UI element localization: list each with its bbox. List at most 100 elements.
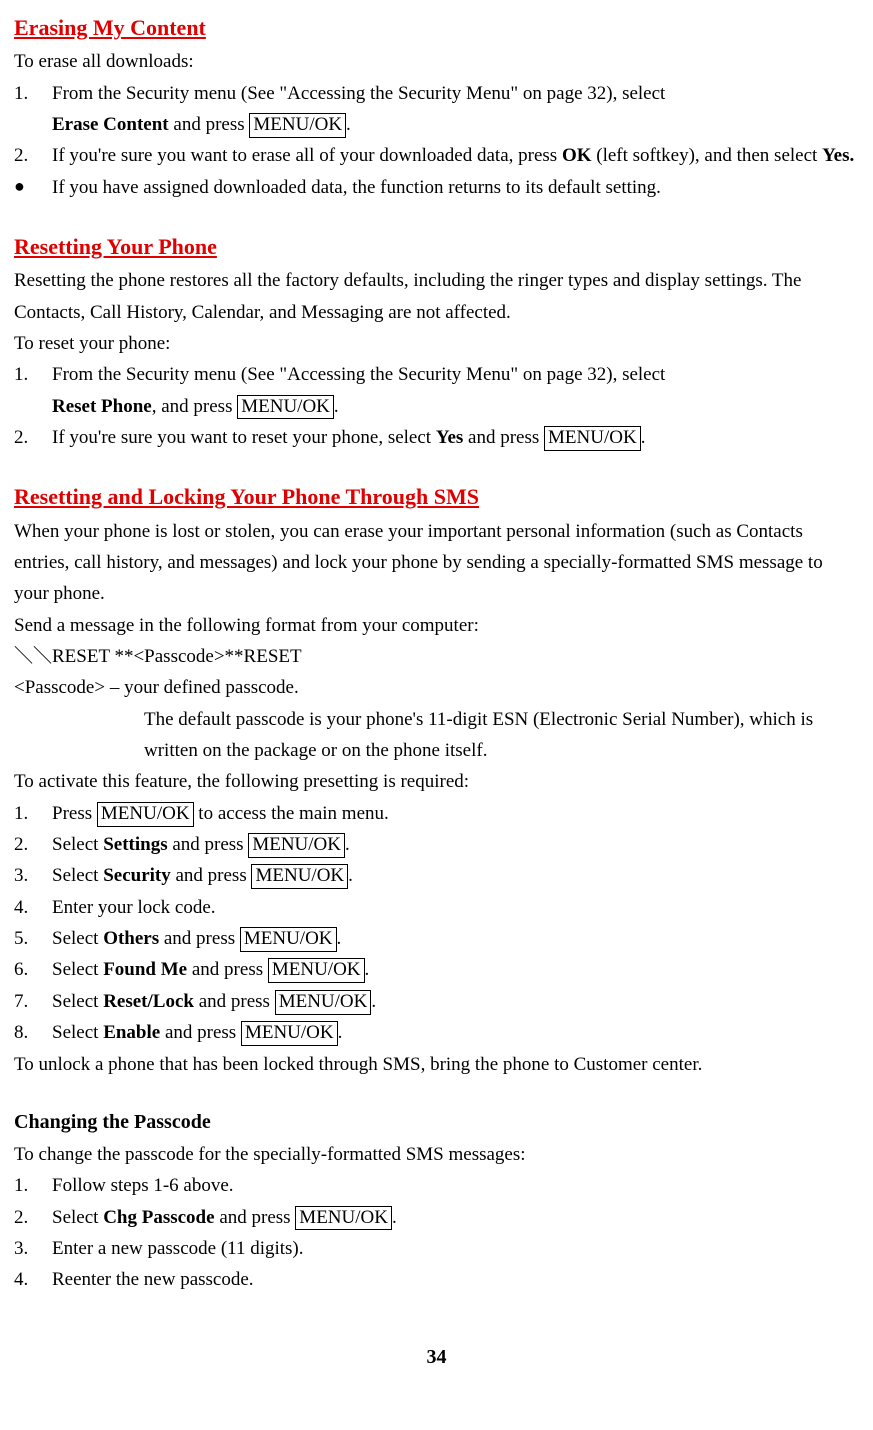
- list-item: 1. Press MENU/OK to access the main menu…: [14, 798, 859, 829]
- list-item: 2. If you're sure you want to reset your…: [14, 422, 859, 453]
- list-number: 6.: [14, 954, 52, 985]
- text: .: [346, 114, 351, 135]
- list-body: From the Security menu (See "Accessing t…: [52, 78, 859, 141]
- list-item: 2. If you're sure you want to erase all …: [14, 140, 859, 171]
- paragraph: To unlock a phone that has been locked t…: [14, 1049, 859, 1080]
- list-number: 2.: [14, 1202, 52, 1233]
- list-number: 2.: [14, 422, 52, 453]
- boxed-key: MENU/OK: [251, 864, 348, 889]
- passcode-note: The default passcode is your phone's 11-…: [14, 704, 859, 767]
- list-number: 1.: [14, 78, 52, 141]
- text: Press: [52, 803, 97, 824]
- intro-text: To change the passcode for the specially…: [14, 1139, 859, 1170]
- text: Select: [52, 1022, 103, 1043]
- boxed-key: MENU/OK: [240, 927, 337, 952]
- list-number: 2.: [14, 140, 52, 171]
- text: (left softkey), and then select: [592, 145, 823, 166]
- intro-text: To activate this feature, the following …: [14, 766, 859, 797]
- text: .: [365, 959, 370, 980]
- list-number: 7.: [14, 986, 52, 1017]
- list-body: Press MENU/OK to access the main menu.: [52, 798, 859, 829]
- intro-text: To reset your phone:: [14, 328, 859, 359]
- text: If you're sure you want to reset your ph…: [52, 427, 436, 448]
- heading-resetting-your-phone: Resetting Your Phone: [14, 229, 859, 265]
- list-number: 4.: [14, 892, 52, 923]
- list-item: 1. Follow steps 1-6 above.: [14, 1170, 859, 1201]
- text: and press: [160, 1022, 241, 1043]
- text: and press: [187, 959, 268, 980]
- list-item: 7. Select Reset/Lock and press MENU/OK.: [14, 986, 859, 1017]
- list-body: Follow steps 1-6 above.: [52, 1170, 859, 1201]
- text: and press: [169, 114, 250, 135]
- list-item: 1. From the Security menu (See "Accessin…: [14, 78, 859, 141]
- list-body: Enter a new passcode (11 digits).: [52, 1233, 859, 1264]
- bullet-item: ● If you have assigned downloaded data, …: [14, 172, 859, 203]
- boxed-key: MENU/OK: [544, 426, 641, 451]
- paragraph: When your phone is lost or stolen, you c…: [14, 516, 859, 610]
- list-number: 2.: [14, 829, 52, 860]
- list-body: Enter your lock code.: [52, 892, 859, 923]
- list-number: 8.: [14, 1017, 52, 1048]
- list-body: From the Security menu (See "Accessing t…: [52, 359, 859, 422]
- page-number: 34: [14, 1341, 859, 1374]
- bold-text: Others: [103, 928, 159, 949]
- list-item: 3. Enter a new passcode (11 digits).: [14, 1233, 859, 1264]
- paragraph: Resetting the phone restores all the fac…: [14, 265, 859, 328]
- text: If you're sure you want to erase all of …: [52, 145, 562, 166]
- sms-format: ＼＼RESET **<Passcode>**RESET: [14, 641, 859, 672]
- text: Select: [52, 1207, 103, 1228]
- list-body: Select Found Me and press MENU/OK.: [52, 954, 859, 985]
- list-item: 4. Enter your lock code.: [14, 892, 859, 923]
- text: and press: [159, 928, 240, 949]
- bold-text: Yes.: [822, 145, 854, 166]
- list-number: 5.: [14, 923, 52, 954]
- list-number: 4.: [14, 1264, 52, 1295]
- text: , and press: [152, 396, 237, 417]
- list-item: 6. Select Found Me and press MENU/OK.: [14, 954, 859, 985]
- text: Select: [52, 865, 103, 886]
- list-item: 2. Select Settings and press MENU/OK.: [14, 829, 859, 860]
- text: and press: [215, 1207, 296, 1228]
- paragraph: Send a message in the following format f…: [14, 610, 859, 641]
- boxed-key: MENU/OK: [248, 833, 345, 858]
- list-number: 1.: [14, 1170, 52, 1201]
- text: From the Security menu (See "Accessing t…: [52, 364, 665, 385]
- passcode-def: <Passcode> – your defined passcode.: [14, 672, 859, 703]
- text: .: [337, 928, 342, 949]
- bold-text: Security: [103, 865, 171, 886]
- list-body: If you have assigned downloaded data, th…: [52, 172, 859, 203]
- intro-text: To erase all downloads:: [14, 46, 859, 77]
- text: and press: [171, 865, 252, 886]
- list-body: Select Security and press MENU/OK.: [52, 860, 859, 891]
- list-item: 2. Select Chg Passcode and press MENU/OK…: [14, 1202, 859, 1233]
- boxed-key: MENU/OK: [275, 990, 372, 1015]
- text: Select: [52, 928, 103, 949]
- text: From the Security menu (See "Accessing t…: [52, 83, 665, 104]
- heading-changing-passcode: Changing the Passcode: [14, 1106, 859, 1139]
- text: .: [392, 1207, 397, 1228]
- list-body: Reenter the new passcode.: [52, 1264, 859, 1295]
- bold-text: Enable: [103, 1022, 160, 1043]
- list-body: Select Chg Passcode and press MENU/OK.: [52, 1202, 859, 1233]
- list-body: Select Enable and press MENU/OK.: [52, 1017, 859, 1048]
- heading-erasing-my-content: Erasing My Content: [14, 10, 859, 46]
- list-item: 3. Select Security and press MENU/OK.: [14, 860, 859, 891]
- boxed-key: MENU/OK: [268, 958, 365, 983]
- list-body: Select Others and press MENU/OK.: [52, 923, 859, 954]
- text: Select: [52, 959, 103, 980]
- text: and press: [463, 427, 544, 448]
- list-item: 1. From the Security menu (See "Accessin…: [14, 359, 859, 422]
- text: .: [348, 865, 353, 886]
- bold-text: Settings: [103, 834, 167, 855]
- boxed-key: MENU/OK: [237, 395, 334, 420]
- list-number: 1.: [14, 359, 52, 422]
- list-item: 8. Select Enable and press MENU/OK.: [14, 1017, 859, 1048]
- bold-text: Chg Passcode: [103, 1207, 214, 1228]
- text: Select: [52, 834, 103, 855]
- boxed-key: MENU/OK: [241, 1021, 338, 1046]
- list-body: Select Reset/Lock and press MENU/OK.: [52, 986, 859, 1017]
- text: .: [338, 1022, 343, 1043]
- boxed-key: MENU/OK: [97, 802, 194, 827]
- heading-resetting-locking-sms: Resetting and Locking Your Phone Through…: [14, 479, 859, 515]
- list-body: If you're sure you want to reset your ph…: [52, 422, 859, 453]
